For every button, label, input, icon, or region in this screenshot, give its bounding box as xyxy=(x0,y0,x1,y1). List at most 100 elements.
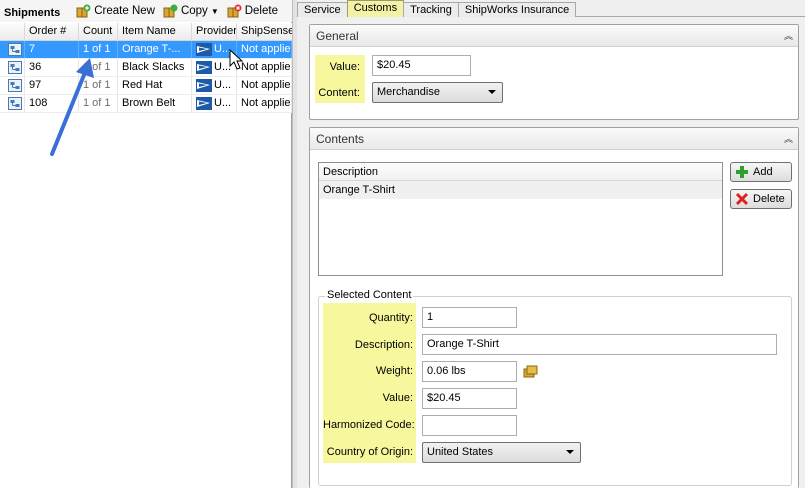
usps-icon xyxy=(196,61,212,74)
section-title: Contents xyxy=(316,131,365,146)
content-select[interactable]: Merchandise xyxy=(372,82,503,103)
add-content-button[interactable]: Add xyxy=(730,162,792,182)
content-select-value: Merchandise xyxy=(377,86,440,98)
weight-field[interactable]: 0.06 lbs xyxy=(422,361,517,382)
provider-cell: U... xyxy=(192,77,237,94)
section-title: General xyxy=(316,28,359,43)
table-row[interactable]: 36 1 of 1 Black Slacks U... Not applie xyxy=(0,59,292,77)
copy-button[interactable]: Copy ▼ xyxy=(163,4,219,18)
shipment-icon xyxy=(0,77,25,94)
provider-label: U... xyxy=(214,79,232,91)
item-name-cell: Black Slacks xyxy=(118,59,192,76)
contents-section-header[interactable]: Contents ︽ xyxy=(310,128,798,150)
list-header-description[interactable]: Description xyxy=(319,163,722,181)
column-header-icon[interactable] xyxy=(0,23,25,40)
shipment-icon xyxy=(0,41,25,58)
country-select-value: United States xyxy=(427,446,494,458)
tab-service[interactable]: Service xyxy=(297,2,348,17)
item-name-cell: Red Hat xyxy=(118,77,192,94)
value-field[interactable]: $20.45 xyxy=(372,55,471,76)
general-section-header[interactable]: General ︽ xyxy=(310,25,798,47)
package-add-icon xyxy=(76,4,91,18)
delete-label: Delete xyxy=(244,5,278,17)
close-icon xyxy=(735,192,749,206)
country-of-origin-select[interactable]: United States xyxy=(422,442,581,463)
count-cell: 1 of 1 xyxy=(79,95,118,112)
provider-cell: U... xyxy=(192,59,237,76)
shipsense-cell: Not applie xyxy=(237,77,292,94)
delete-content-button[interactable]: Delete xyxy=(730,189,792,209)
tab-customs[interactable]: Customs xyxy=(346,0,405,17)
count-cell: 1 of 1 xyxy=(79,77,118,94)
usps-icon xyxy=(196,79,212,92)
column-header-shipsense[interactable]: ShipSense xyxy=(237,23,292,40)
description-label: Description: xyxy=(354,339,413,351)
value-label: Value: xyxy=(329,61,360,73)
shipsense-cell: Not applie xyxy=(237,59,292,76)
copy-label: Copy xyxy=(180,5,208,17)
count-cell: 1 of 1 xyxy=(79,59,118,76)
column-header-item-name[interactable]: Item Name xyxy=(118,23,192,40)
order-cell: 7 xyxy=(25,41,79,58)
column-header-provider[interactable]: Provider xyxy=(192,23,237,40)
item-name-cell: Orange T-... xyxy=(118,41,192,58)
shipments-pane: Shipments Create New Copy ▼ Delete Order… xyxy=(0,0,292,488)
shipments-toolbar: Shipments Create New Copy ▼ Delete xyxy=(0,0,292,22)
scale-icon[interactable] xyxy=(523,364,539,378)
customs-pane: Service Customs Tracking ShipWorks Insur… xyxy=(297,0,805,488)
count-cell: 1 of 1 xyxy=(79,41,118,58)
value-label: Value: xyxy=(382,392,413,404)
add-label: Add xyxy=(753,166,773,178)
order-cell: 108 xyxy=(25,95,79,112)
usps-icon xyxy=(196,43,212,56)
description-field[interactable]: Orange T-Shirt xyxy=(422,334,777,355)
provider-cell: U... xyxy=(192,95,237,112)
item-name-cell: Brown Belt xyxy=(118,95,192,112)
chevron-down-icon xyxy=(488,90,496,94)
content-label: Content: xyxy=(318,87,360,99)
provider-cell: U... xyxy=(192,41,237,58)
order-cell: 97 xyxy=(25,77,79,94)
quantity-label: Quantity: xyxy=(368,312,413,324)
harmonized-code-field[interactable] xyxy=(422,415,517,436)
collapse-icon[interactable]: ︽ xyxy=(784,132,793,145)
provider-label: U... xyxy=(214,97,232,109)
tab-shipworks-insurance[interactable]: ShipWorks Insurance xyxy=(457,2,577,17)
create-new-button[interactable]: Create New xyxy=(76,4,155,18)
collapse-icon[interactable]: ︽ xyxy=(784,29,793,42)
column-header-order[interactable]: Order # xyxy=(25,23,79,40)
shipments-grid: 7 1 of 1 Orange T-... U... Not applie 36… xyxy=(0,41,292,113)
shipments-grid-header: Order # Count Item Name Provider ShipSen… xyxy=(0,23,292,41)
chevron-down-icon[interactable]: ▼ xyxy=(211,7,219,16)
plus-icon xyxy=(736,166,748,178)
shipment-icon xyxy=(0,59,25,76)
package-copy-icon xyxy=(163,4,178,18)
harmonized-code-label: Harmonized Code: xyxy=(323,419,415,431)
shipment-icon xyxy=(0,95,25,112)
usps-icon xyxy=(196,97,212,110)
tab-strip: Service Customs Tracking ShipWorks Insur… xyxy=(297,0,577,17)
shipsense-cell: Not applie xyxy=(237,41,292,58)
column-header-count[interactable]: Count xyxy=(79,23,118,40)
pane-title: Shipments xyxy=(4,7,61,19)
label-highlight xyxy=(323,303,416,463)
quantity-field[interactable]: 1 xyxy=(422,307,517,328)
contents-list[interactable]: Description Orange T-Shirt xyxy=(318,162,723,276)
shipsense-cell: Not applie xyxy=(237,95,292,112)
general-section: General ︽ Value: $20.45 Content: Merchan… xyxy=(309,24,799,120)
country-of-origin-label: Country of Origin: xyxy=(326,446,413,458)
tab-tracking[interactable]: Tracking xyxy=(403,2,459,17)
table-row[interactable]: 7 1 of 1 Orange T-... U... Not applie xyxy=(0,41,292,59)
package-delete-icon xyxy=(227,4,242,18)
chevron-down-icon xyxy=(566,450,574,454)
weight-label: Weight: xyxy=(375,365,413,377)
table-row[interactable]: 108 1 of 1 Brown Belt U... Not applie xyxy=(0,95,292,113)
create-new-label: Create New xyxy=(94,5,155,17)
provider-label: U... xyxy=(214,43,232,55)
table-row[interactable]: 97 1 of 1 Red Hat U... Not applie xyxy=(0,77,292,95)
list-item[interactable]: Orange T-Shirt xyxy=(319,181,722,199)
delete-label: Delete xyxy=(753,193,785,205)
group-title: Selected Content xyxy=(325,289,414,301)
delete-shipment-button[interactable]: Delete xyxy=(227,4,278,18)
value-field[interactable]: $20.45 xyxy=(422,388,517,409)
